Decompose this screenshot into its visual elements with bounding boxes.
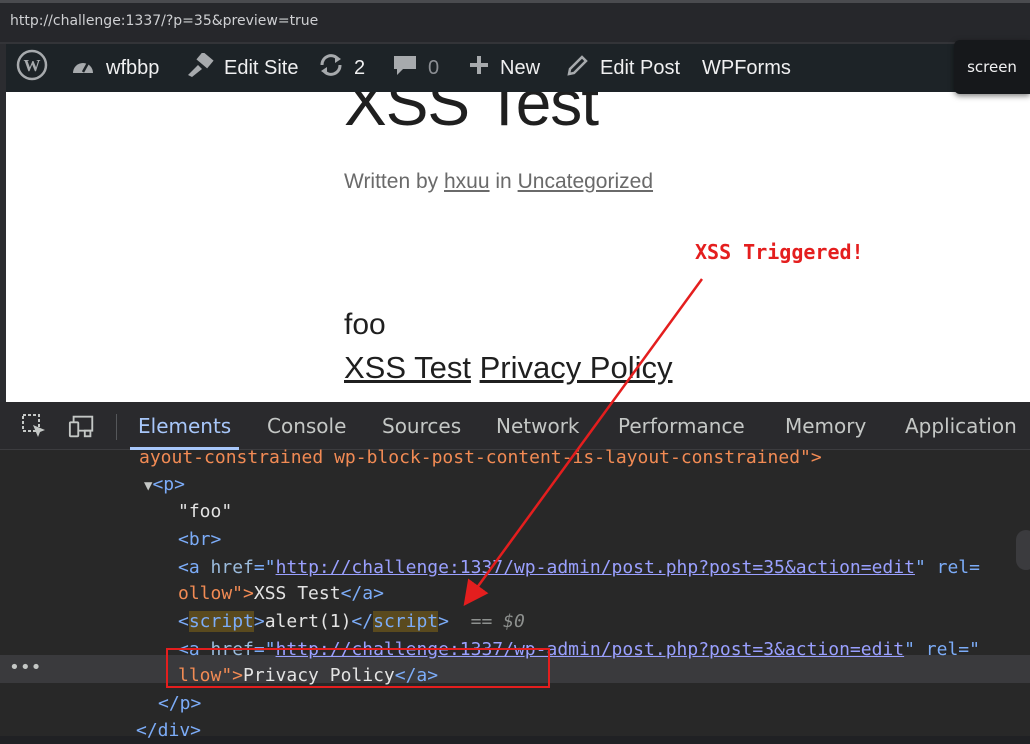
pencil-icon: [566, 53, 590, 83]
edit-post-button[interactable]: Edit Post: [566, 44, 680, 92]
scroll-indicator[interactable]: [1016, 530, 1030, 570]
a1-href-link[interactable]: http://challenge:1337/wp-admin/post.php?…: [276, 557, 915, 578]
updates-button[interactable]: 2: [318, 44, 365, 92]
wpforms-label: WPForms: [702, 56, 791, 79]
edit-site-button[interactable]: Edit Site: [186, 44, 298, 92]
author-link[interactable]: hxuu: [444, 170, 490, 193]
category-link[interactable]: Uncategorized: [518, 170, 653, 193]
tab-network[interactable]: Network: [496, 402, 580, 450]
tree-line-script[interactable]: <script>alert(1)</script> == $0: [178, 608, 525, 635]
tree-line-class[interactable]: ayout-constrained wp-block-post-content-…: [139, 444, 822, 471]
page-viewport: XSS Test Written by hxuu in Uncategorize…: [6, 44, 1030, 402]
tab-console[interactable]: Console: [267, 402, 346, 450]
site-name-menu[interactable]: wfbbp: [70, 44, 159, 92]
tree-line-br[interactable]: <br>: [178, 526, 221, 553]
xss-test-link[interactable]: XSS Test: [344, 350, 471, 385]
tab-elements[interactable]: Elements: [129, 402, 240, 450]
post-content-links: XSS Test Privacy Policy: [344, 350, 673, 386]
edit-site-label: Edit Site: [224, 56, 299, 79]
xss-triggered-annotation: XSS Triggered!: [695, 240, 864, 264]
tab-sources[interactable]: Sources: [382, 402, 461, 450]
site-name: wfbbp: [106, 56, 160, 79]
new-content-button[interactable]: New: [468, 44, 540, 92]
device-toolbar-icon[interactable]: [68, 412, 96, 440]
comments-count: 0: [428, 56, 440, 79]
tree-line-a1[interactable]: <a href="http://challenge:1337/wp-admin/…: [178, 554, 980, 581]
wordpress-logo-icon: W: [16, 49, 48, 87]
screen-options-button[interactable]: screen: [954, 40, 1030, 94]
post-content-text: foo: [344, 308, 386, 341]
tree-line-p-close[interactable]: </p>: [158, 690, 201, 717]
wp-logo-menu[interactable]: W: [16, 44, 48, 92]
new-label: New: [500, 56, 541, 79]
row-menu-icon[interactable]: •••: [9, 655, 42, 683]
inspect-element-icon[interactable]: [20, 412, 48, 440]
wpforms-menu[interactable]: WPForms: [702, 44, 791, 92]
brush-icon: [186, 51, 214, 83]
comment-bubble-icon: [392, 53, 418, 83]
elements-tree: ••• ayout-constrained wp-block-post-cont…: [0, 447, 1030, 741]
address-bar[interactable]: http://challenge:1337/?p=35&preview=true: [0, 0, 1030, 44]
devtools-panel: Elements Console Sources Network Perform…: [0, 402, 1030, 741]
byline-in: in: [495, 170, 512, 193]
tab-memory[interactable]: Memory: [785, 402, 866, 450]
privacy-policy-link[interactable]: Privacy Policy: [480, 350, 673, 385]
svg-text:W: W: [24, 56, 41, 75]
tree-line-p-open[interactable]: ▼<p>: [144, 471, 185, 498]
tab-performance[interactable]: Performance: [618, 402, 745, 450]
dashboard-gauge-icon: [70, 54, 96, 82]
tree-line-foo[interactable]: "foo": [178, 498, 232, 525]
tree-line-div-close[interactable]: </div>: [136, 717, 201, 744]
script-highlight-box: [166, 648, 550, 688]
url-text[interactable]: http://challenge:1337/?p=35&preview=true: [10, 13, 318, 29]
tree-line-a1-cont[interactable]: ollow">XSS Test</a>: [178, 580, 384, 607]
comments-button[interactable]: 0: [392, 44, 439, 92]
updates-refresh-icon: [318, 53, 344, 83]
plus-icon: [468, 54, 490, 82]
wp-admin-bar: W wfbbp Edit Site 2 0 New Edit Post WPFo…: [6, 44, 1030, 92]
tab-application[interactable]: Application: [905, 402, 1017, 450]
devtools-toolbar: Elements Console Sources Network Perform…: [0, 402, 1030, 450]
byline-prefix: Written by: [344, 170, 439, 193]
selected-node-marker: == $0: [470, 611, 525, 632]
post-byline: Written by hxuu in Uncategorized: [344, 170, 653, 194]
updates-count: 2: [354, 56, 366, 79]
toolbar-divider: [116, 414, 117, 440]
edit-post-label: Edit Post: [600, 56, 681, 79]
